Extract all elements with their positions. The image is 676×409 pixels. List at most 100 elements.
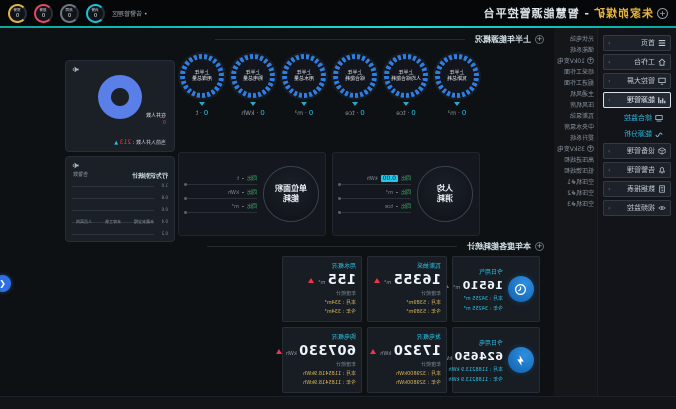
ring-gauge[interactable]: 上半年用煤总量 0 · t <box>179 54 225 117</box>
sidebar-item-reports[interactable]: 数据报表› <box>603 181 671 197</box>
divider <box>207 246 457 247</box>
app-title: + 朱家峁煤矿 - 智慧能源管控平台 <box>483 5 668 21</box>
sidebar-subitem-analysis[interactable]: 能源分析 <box>603 127 663 140</box>
tree-item[interactable]: 中央水泵房 <box>557 121 594 132</box>
card-month-row: 本月 : 5389m³ <box>373 299 441 306</box>
card-header: 发电概况 <box>373 332 441 341</box>
bolt-icon <box>508 347 534 373</box>
tree-item[interactable]: 储能系统 <box>557 44 594 55</box>
tree-item[interactable]: 光伏电站 <box>557 33 594 44</box>
card-year-row: 今年 : 1185418.9kWh <box>288 379 356 386</box>
ring-gauge[interactable]: 上半年瓦斯总耗 0 · m³ <box>434 54 480 117</box>
sidebar-item-label: 工作台 <box>634 57 655 67</box>
equipment-tree: 光伏电站 储能系统 +10kV变电所 综采工作面 掘进工作面 主通风机 压风机房… <box>554 28 598 409</box>
expand-icon[interactable]: + <box>587 57 594 64</box>
bell-icon <box>658 166 666 174</box>
wave-icon <box>655 130 663 138</box>
card-header: 今日用电 <box>458 338 503 347</box>
expand-icon[interactable]: + <box>587 145 594 152</box>
sidebar-item-energy-active[interactable]: 能源管理› <box>603 92 671 108</box>
bottom-bar <box>0 396 676 409</box>
tree-item[interactable]: 掘进工作面 <box>557 77 594 88</box>
speaker-icon[interactable] <box>71 65 80 76</box>
stat-card-purchased-power[interactable]: 购电概况 607330kWh 年度统计 本月 : 1185418.9kWh 今年… <box>282 327 362 393</box>
sidebar-item-label: 设备管理 <box>627 146 655 156</box>
ring-gauge[interactable]: 上半年用水总量 0 · m³ <box>281 54 327 117</box>
tree-item[interactable]: 提升系统 <box>557 132 594 143</box>
card-sublabel: 年度统计 <box>288 290 356 297</box>
alarm-gauge-label: 预警 <box>14 7 21 12</box>
alarm-gauge-label: 消警 <box>92 7 99 12</box>
card-year-row: 今年 : 334m³ <box>288 308 356 315</box>
stat-card-gas-today[interactable]: 今日用气 16510m³ 本月 : 34255 m³ 今年 : 34255 m³ <box>452 256 540 322</box>
tree-item[interactable]: +35kV变电所 <box>557 143 594 154</box>
alarm-gauge-cleared[interactable]: 消警 0 <box>86 4 105 23</box>
behavior-card-title: 行为识别统计 <box>132 173 168 180</box>
sidebar-item-devices[interactable]: 设备管理› <box>603 143 671 159</box>
alarm-gauge-value: 0 <box>94 13 97 19</box>
sidebar-item-home[interactable]: 首页› <box>603 35 671 51</box>
alarm-gauge-value: 0 <box>16 13 19 19</box>
chevron-left-icon: ❮ <box>0 279 6 288</box>
stat-card-water[interactable]: 用水概况 155m³ 年度统计 本月 : 334m³ 今年 : 334m³ <box>282 256 362 322</box>
sidebar-item-workbench[interactable]: 工作台› <box>603 54 671 70</box>
section-title-energy-overview: + 上半年能源概况 <box>215 34 544 45</box>
tree-item[interactable]: 瓦斯泵站 <box>557 110 594 121</box>
alarm-gauge-fault[interactable]: 故障 0 <box>60 4 79 23</box>
dashboard-screenshot: + 朱家峁煤矿 - 智慧能源管控平台 • 告警管理区 消警 0 故障 0 报警 … <box>0 0 676 409</box>
tree-item[interactable]: 空压机#2 <box>557 187 594 198</box>
tree-item[interactable]: 低压馈线柜 <box>557 165 594 176</box>
sidebar-item-label: 视频监控 <box>627 203 655 213</box>
ring-gauge-ring: 上半年瓦斯总耗 <box>435 54 479 98</box>
card-month-row: 本月 : 329800kWh <box>373 370 441 377</box>
tree-item[interactable]: +10kV变电所 <box>557 55 594 66</box>
mirrored-stage: + 朱家峁煤矿 - 智慧能源管控平台 • 告警管理区 消警 0 故障 0 报警 … <box>0 0 676 409</box>
stat-card-electricity-today[interactable]: 今日用电 624650kWh 本月 : 1188213.9 kWh 今年 : 1… <box>452 327 540 393</box>
chevron-down-icon <box>301 102 307 106</box>
card-sublabel: 年度统计 <box>373 361 441 368</box>
ring-gauge-ring: 上半年用煤总量 <box>180 54 224 98</box>
stat-card-generation[interactable]: 发电概况 17320kWh 年度统计 本月 : 329800kWh 今年 : 3… <box>367 327 447 393</box>
tree-item[interactable]: 主通风机 <box>557 88 594 99</box>
up-arrow-icon <box>276 349 282 354</box>
card-header: 瓦斯抽采 <box>373 261 441 270</box>
sidebar-item-label: 告警管理 <box>627 165 655 175</box>
alarm-gauge-label: 故障 <box>66 7 73 12</box>
tree-item[interactable]: 空压机#1 <box>557 176 594 187</box>
alarm-gauge-value: 0 <box>68 13 71 19</box>
ring-gauge[interactable]: 上半年购电总量 0 · kWh <box>230 54 276 117</box>
sidebar-item-video[interactable]: 视频监控› <box>603 200 671 216</box>
energy-gauges-row: 上半年瓦斯总耗 0 · m³ 上半年人均综合能耗 0 · tce 上半年综合能耗… <box>179 54 480 117</box>
per-area-panel: 单位面积能耗 同比-t 同比-kWh 同比-m³ <box>178 152 326 236</box>
stat-card-gas-extraction[interactable]: 瓦斯抽采 16355m³ 年度统计 本月 : 5389m³ 今年 : 5389m… <box>367 256 447 322</box>
donut-side-label: 在井人数 0 <box>146 113 166 127</box>
platform-name: - 智慧能源管控平台 <box>483 5 589 21</box>
card-sublabel: 年度统计 <box>288 361 356 368</box>
tree-item[interactable]: 综采工作面 <box>557 66 594 77</box>
top-navbar: + 朱家峁煤矿 - 智慧能源管控平台 • 告警管理区 消警 0 故障 0 报警 … <box>0 0 676 26</box>
sidebar-item-label: 管控大屏 <box>627 76 655 86</box>
alarm-gauge-alarm[interactable]: 报警 0 <box>34 4 53 23</box>
chevron-down-icon <box>454 102 460 106</box>
ring-gauge[interactable]: 上半年人均综合能耗 0 · tce <box>383 54 429 117</box>
divider <box>215 39 465 40</box>
menu-icon <box>658 39 666 47</box>
chevron-down-icon <box>250 102 256 106</box>
sidebar-item-alarms[interactable]: 告警管理› <box>603 162 671 178</box>
ring-gauge-ring: 上半年购电总量 <box>231 54 275 98</box>
tree-item[interactable]: 高压进线柜 <box>557 154 594 165</box>
alarm-gauge-warning[interactable]: 预警 0 <box>8 4 27 23</box>
sidebar-subitem-monitoring[interactable]: 综合监控 <box>603 111 663 124</box>
sidebar-item-bigscreen[interactable]: 管控大屏› <box>603 73 671 89</box>
chevron-down-icon <box>199 102 205 106</box>
ring-gauge[interactable]: 上半年综合能耗 0 · tce <box>332 54 378 117</box>
alarm-gauge-value: 0 <box>42 13 45 19</box>
card-header: 用水概况 <box>288 261 356 270</box>
plus-icon[interactable]: + <box>657 8 668 19</box>
alarm-gauge-label: 报警 <box>40 7 47 12</box>
tree-item[interactable]: 空压机#3 <box>557 198 594 209</box>
metric-row: 同比-m³ <box>339 189 411 199</box>
home-icon <box>658 58 666 66</box>
sidebar-item-label: 首页 <box>641 38 655 48</box>
tree-item[interactable]: 压风机房 <box>557 99 594 110</box>
